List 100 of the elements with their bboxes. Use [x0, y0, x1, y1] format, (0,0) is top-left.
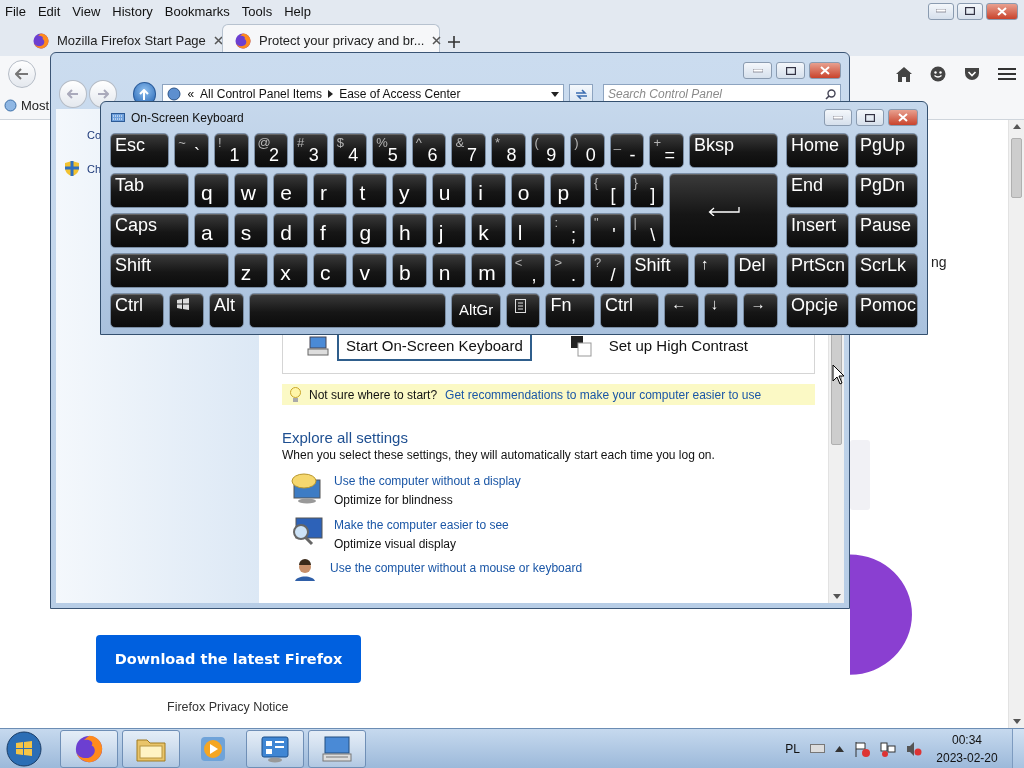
keyboard-key[interactable]: d: [273, 213, 308, 248]
keyboard-key[interactable]: Opcje: [786, 293, 849, 328]
keyboard-key[interactable]: Alt: [208, 293, 244, 328]
chevron-right-icon[interactable]: [328, 90, 334, 98]
keyboard-key[interactable]: % 5: [372, 133, 407, 168]
keyboard-key[interactable]: < ,: [510, 253, 546, 288]
keyboard-key[interactable]: q: [194, 173, 229, 208]
download-button[interactable]: Download the latest Firefox: [96, 635, 361, 683]
keyboard-key[interactable]: r: [312, 173, 348, 208]
back-button[interactable]: [8, 60, 36, 88]
keyboard-key[interactable]: b: [392, 253, 427, 288]
keyboard-key[interactable]: # 3: [293, 133, 328, 168]
keyboard-key[interactable]: Ctrl: [599, 293, 660, 328]
clock[interactable]: 00:34 2023-02-20: [932, 730, 1002, 767]
menu-item[interactable]: Help: [284, 3, 311, 19]
enter-key[interactable]: [669, 173, 778, 248]
keyboard-key[interactable]: _ -: [609, 133, 645, 168]
scrollbar-thumb[interactable]: [1011, 138, 1022, 198]
network-error-icon[interactable]: [880, 740, 896, 757]
taskbar-button[interactable]: [60, 729, 118, 768]
keyboard-key[interactable]: PrtScn: [786, 253, 849, 288]
triangle-up-icon[interactable]: [835, 745, 844, 752]
menu-item[interactable]: Tools: [241, 3, 273, 19]
keyboard-key[interactable]: & 7: [451, 133, 487, 168]
keyboard-key[interactable]: Bksp: [688, 133, 778, 168]
keyboard-key[interactable]: f: [312, 213, 348, 248]
keyboard-key[interactable]: t: [352, 173, 388, 208]
keyboard-key[interactable]: a: [194, 213, 229, 248]
keyboard-key[interactable]: End: [786, 173, 849, 208]
keyboard-key[interactable]: ScrLk: [855, 253, 918, 288]
setting-link[interactable]: Make the computer easier to see: [334, 517, 509, 532]
keyboard-key[interactable]: s: [233, 213, 269, 248]
keyboard-key[interactable]: } ]: [629, 173, 665, 208]
keyboard-key[interactable]: Del: [733, 253, 778, 288]
menu-button[interactable]: [998, 67, 1016, 81]
keyboard-key[interactable]: Insert: [786, 213, 849, 248]
close-icon[interactable]: [213, 36, 223, 45]
keyboard-key[interactable]: PgUp: [855, 133, 918, 168]
menu-key[interactable]: [505, 293, 541, 328]
keyboard-key[interactable]: ( 9: [530, 133, 566, 168]
keyboard-key[interactable]: ^ 6: [411, 133, 447, 168]
keyboard-key[interactable]: y: [392, 173, 427, 208]
keyboard-key[interactable]: o: [510, 173, 546, 208]
keyboard-key[interactable]: Esc: [110, 133, 170, 168]
keyboard-key[interactable]: w: [233, 173, 269, 208]
keyboard-key[interactable]: ) 0: [570, 133, 605, 168]
keyboard-key[interactable]: { [: [590, 173, 625, 208]
keyboard-key[interactable]: v: [352, 253, 388, 288]
keyboard-key[interactable]: ↑: [693, 253, 729, 288]
keyboard-key[interactable]: $ 4: [332, 133, 368, 168]
keyboard-key[interactable]: : ;: [550, 213, 585, 248]
language-indicator[interactable]: PL: [785, 741, 800, 756]
keyboard-key[interactable]: e: [273, 173, 308, 208]
browser-tab[interactable]: Mozilla Firefox Start Page: [20, 24, 220, 56]
keyboard-key[interactable]: u: [431, 173, 467, 208]
keyboard-key[interactable]: Pomoc: [855, 293, 918, 328]
keyboard-key[interactable]: k: [471, 213, 506, 248]
breadcrumb-item[interactable]: «: [187, 87, 195, 101]
keyboard-icon[interactable]: [810, 744, 825, 753]
keyboard-key[interactable]: > .: [550, 253, 585, 288]
menu-item[interactable]: File: [5, 3, 26, 19]
pocket-button[interactable]: [964, 67, 980, 81]
maximize-button[interactable]: [776, 62, 805, 79]
scrollbar[interactable]: [1008, 120, 1024, 728]
menu-item[interactable]: History: [112, 3, 153, 19]
windows-key[interactable]: [169, 293, 204, 328]
keyboard-key[interactable]: i: [471, 173, 506, 208]
flag-error-icon[interactable]: [854, 740, 870, 757]
keyboard-key[interactable]: ↓: [703, 293, 739, 328]
keyboard-key[interactable]: Pause: [855, 213, 918, 248]
keyboard-key[interactable]: PgDn: [855, 173, 918, 208]
setting-link[interactable]: Use the computer without a display: [334, 474, 521, 489]
keyboard-key[interactable]: Caps: [110, 213, 190, 248]
keyboard-key[interactable]: ! 1: [213, 133, 249, 168]
menu-item[interactable]: View: [72, 3, 101, 19]
keyboard-key[interactable]: g: [352, 213, 388, 248]
keyboard-key[interactable]: l: [510, 213, 546, 248]
privacy-link[interactable]: Firefox Privacy Notice: [167, 700, 289, 714]
keyboard-key[interactable]: z: [233, 253, 269, 288]
breadcrumb-item[interactable]: All Control Panel Items: [200, 87, 323, 101]
keyboard-key[interactable]: * 8: [491, 133, 526, 168]
close-button[interactable]: [986, 2, 1018, 20]
keyboard-key[interactable]: Fn: [545, 293, 595, 328]
keyboard-key[interactable]: Tab: [110, 173, 190, 208]
keyboard-key[interactable]: + =: [649, 133, 684, 168]
space-key[interactable]: [248, 293, 447, 328]
keyboard-key[interactable]: c: [312, 253, 348, 288]
keyboard-key[interactable]: x: [273, 253, 308, 288]
keyboard-key[interactable]: j: [431, 213, 467, 248]
keyboard-key[interactable]: Ctrl: [110, 293, 165, 328]
close-icon[interactable]: [432, 36, 442, 45]
breadcrumb-item[interactable]: Ease of Access Center: [339, 87, 461, 101]
keyboard-key[interactable]: " ': [590, 213, 625, 248]
close-button[interactable]: [809, 62, 841, 79]
forward-button[interactable]: [88, 80, 117, 108]
keyboard-key[interactable]: ~ `: [174, 133, 209, 168]
close-button[interactable]: [888, 109, 918, 126]
setting-link[interactable]: Use the computer without a mouse or keyboard: [330, 561, 583, 576]
smiley-button[interactable]: [930, 66, 946, 82]
maximize-button[interactable]: [856, 109, 884, 126]
